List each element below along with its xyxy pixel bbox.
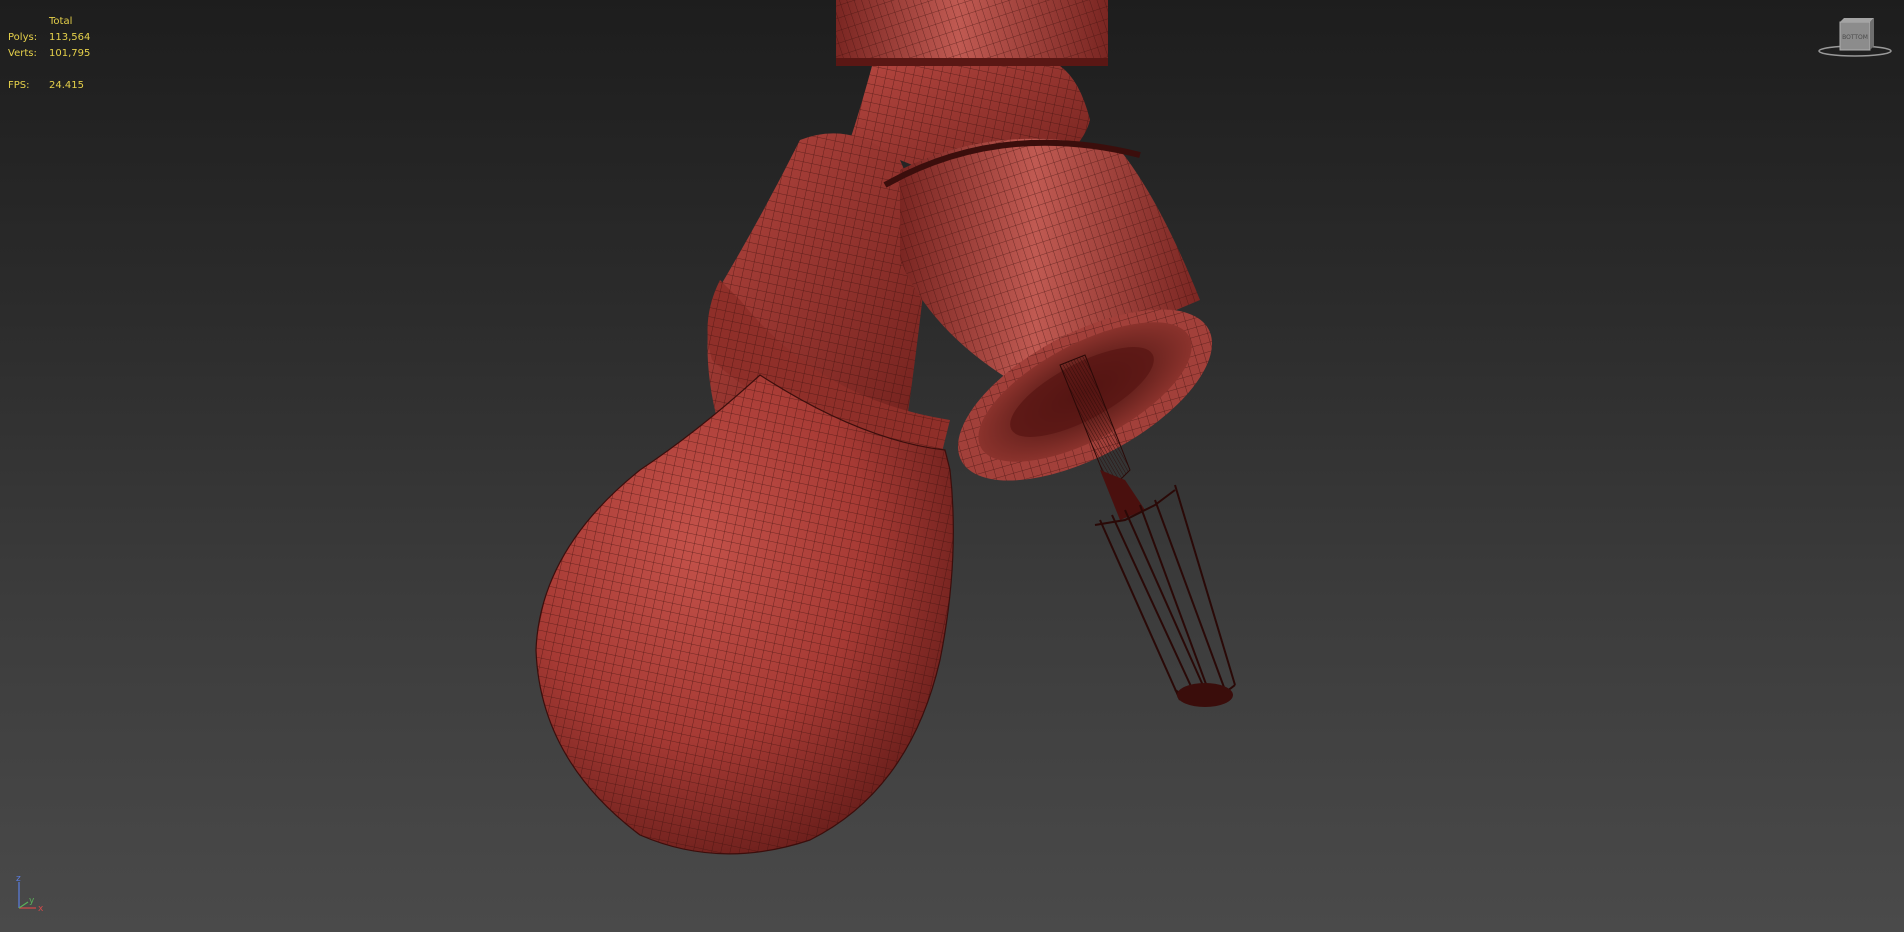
verts-value: 101,795	[49, 48, 91, 59]
fps-value: 24.415	[49, 80, 84, 91]
robot-arm-mesh[interactable]	[0, 0, 1904, 932]
fps-label: FPS:	[8, 80, 30, 91]
axis-z-label: z	[16, 874, 21, 884]
axis-y-label: y	[29, 896, 35, 906]
polys-row: Polys: 113,564	[8, 30, 90, 46]
bulb-body	[535, 374, 954, 855]
polys-label: Polys:	[8, 32, 38, 43]
viewcube-face-label: BOTTOM	[1842, 34, 1868, 41]
viewcube[interactable]: BOTTOM	[1818, 14, 1892, 58]
stats-header: Total	[49, 16, 73, 27]
viewport-statistics: Total Polys: 113,564 Verts: 101,795 FPS:…	[8, 14, 90, 94]
stats-header-row: Total	[8, 14, 90, 30]
polys-value: 113,564	[49, 32, 91, 43]
axis-x-label: x	[38, 904, 44, 914]
verts-row: Verts: 101,795	[8, 46, 90, 62]
fps-row: FPS: 24.415	[8, 78, 90, 94]
3d-viewport[interactable]: Total Polys: 113,564 Verts: 101,795 FPS:…	[0, 0, 1904, 932]
viewcube-icon[interactable]: BOTTOM	[1818, 14, 1892, 58]
axis-tripod-icon: z x y	[16, 874, 44, 914]
axis-tripod: z x y	[12, 874, 52, 914]
upper-arm-cylinder	[836, 0, 1108, 66]
verts-label: Verts:	[8, 48, 37, 59]
